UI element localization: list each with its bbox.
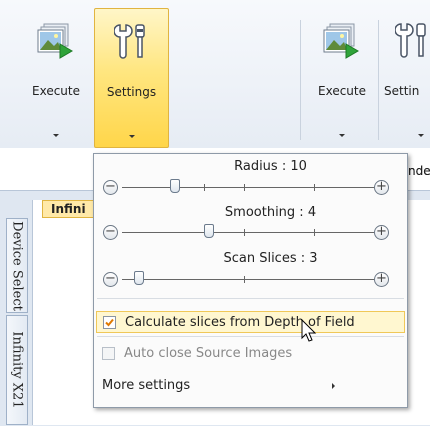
- slider-tick: [244, 229, 245, 236]
- radius-label: Radius : 10: [234, 159, 307, 174]
- execute-button[interactable]: Execute: [18, 8, 94, 148]
- slider-tick: [314, 184, 315, 191]
- tab-label: Device Select: [9, 220, 25, 311]
- slider-tick: [204, 184, 205, 191]
- mouse-cursor-icon: [301, 318, 317, 346]
- scan-slices-decrease-button[interactable]: −: [103, 272, 118, 287]
- submenu-arrow-icon: [332, 383, 335, 389]
- ribbon-bar: Execute Settings Execute Settin nde: [0, 0, 430, 178]
- slider-tick: [314, 229, 315, 236]
- checkbox-checked-icon: [103, 316, 116, 329]
- settings-label: Settin: [384, 84, 420, 98]
- execute-button-2[interactable]: Execute: [306, 8, 378, 148]
- smoothing-increase-button[interactable]: +: [374, 225, 389, 240]
- radius-slider-thumb[interactable]: [170, 179, 180, 193]
- settings-button-2[interactable]: Settin: [381, 8, 430, 148]
- smoothing-label: Smoothing : 4: [224, 205, 317, 220]
- slider-tick: [244, 276, 245, 283]
- tab-label: Infinity X21: [9, 331, 25, 409]
- execute-label: Execute: [32, 84, 80, 98]
- radius-track[interactable]: [122, 187, 374, 188]
- checkbox-unchecked-icon: [102, 347, 115, 360]
- scan-slices-increase-button[interactable]: +: [374, 272, 389, 287]
- ribbon-separator: [300, 20, 301, 140]
- menu-separator: [97, 298, 404, 299]
- calculate-slices-label: Calculate slices from Depth of Field: [125, 315, 355, 330]
- chevron-down-icon: [53, 134, 59, 137]
- ribbon-separator: [378, 20, 379, 140]
- scan-slices-slider-thumb[interactable]: [134, 271, 144, 285]
- menu-separator: [97, 336, 404, 337]
- auto-close-label: Auto close Source Images: [124, 346, 293, 361]
- auto-close-source-images-item[interactable]: Auto close Source Images: [96, 343, 405, 365]
- image-execute-icon: [36, 20, 76, 63]
- image-execute-icon: [322, 20, 362, 63]
- execute-label: Execute: [318, 84, 366, 98]
- smoothing-decrease-button[interactable]: −: [103, 225, 118, 240]
- scan-slices-label: Scan Slices : 3: [223, 251, 318, 266]
- radius-increase-button[interactable]: +: [374, 180, 389, 195]
- radius-decrease-button[interactable]: −: [103, 180, 118, 195]
- tab-infinity-x21[interactable]: Infinity X21: [6, 315, 28, 425]
- more-settings-item[interactable]: More settings: [96, 375, 405, 397]
- tab-device-select[interactable]: Device Select: [6, 218, 28, 313]
- settings-label: Settings: [106, 85, 157, 99]
- more-settings-label: More settings: [102, 378, 191, 393]
- chevron-down-icon: [418, 134, 424, 137]
- smoothing-slider-thumb[interactable]: [204, 224, 214, 238]
- scan-slices-track[interactable]: [122, 279, 374, 280]
- calculate-slices-item[interactable]: Calculate slices from Depth of Field: [96, 311, 405, 333]
- chevron-down-icon: [128, 135, 135, 138]
- settings-tools-icon: [112, 21, 150, 64]
- ribbon-group-label-text: nde: [408, 164, 430, 178]
- smoothing-track[interactable]: [122, 232, 374, 233]
- settings-button[interactable]: Settings: [94, 8, 169, 148]
- slider-tick: [244, 184, 245, 191]
- settings-tools-icon: [394, 20, 430, 63]
- chevron-down-icon: [339, 134, 345, 137]
- settings-dropdown: Radius : 10 − + Smoothing : 4 − + Scan S…: [93, 153, 408, 408]
